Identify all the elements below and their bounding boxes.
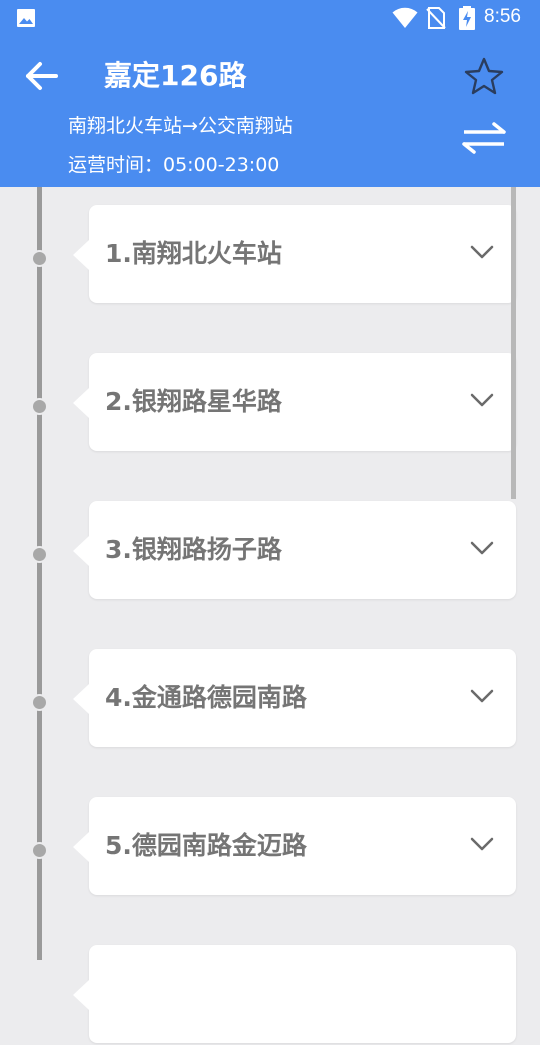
stop-item: 3.银翔路扬子路 [0, 501, 540, 601]
stop-name: 2.银翔路星华路 [105, 387, 282, 416]
stop-name: 4.金通路德园南路 [105, 683, 307, 712]
chevron-down-icon[interactable] [469, 391, 495, 409]
stop-item: 2.银翔路星华路 [0, 353, 540, 453]
no-sim-icon [426, 7, 446, 29]
stop-dot [31, 842, 48, 859]
wifi-icon [392, 7, 418, 29]
chevron-down-icon[interactable] [469, 243, 495, 261]
stop-dot [31, 694, 48, 711]
stop-name: 5.德园南路金迈路 [105, 831, 307, 860]
page-title: 嘉定126路 [104, 59, 247, 92]
stop-name: 3.银翔路扬子路 [105, 535, 282, 564]
stop-item: 1.南翔北火车站 [0, 205, 540, 305]
stop-dot [31, 546, 48, 563]
stop-item-partial [0, 945, 540, 1045]
stop-card[interactable]: 1.南翔北火车站 [73, 205, 516, 303]
scrollbar[interactable] [511, 187, 516, 499]
status-time: 8:56 [484, 6, 521, 27]
arrow-left-icon [26, 62, 58, 90]
battery-charging-icon [459, 6, 475, 30]
route-header: 嘉定126路 南翔北火车站→公交南翔站 运营时间：05:00-23:00 [0, 36, 540, 187]
route-endpoints: 南翔北火车站→公交南翔站 [68, 115, 293, 137]
swap-direction-button[interactable] [460, 122, 508, 154]
stop-item: 4.金通路德园南路 [0, 649, 540, 749]
stop-name: 1.南翔北火车站 [105, 239, 282, 268]
chevron-down-icon[interactable] [469, 835, 495, 853]
stop-dot [31, 250, 48, 267]
favorite-button[interactable] [464, 56, 504, 96]
stop-card[interactable]: 2.银翔路星华路 [73, 353, 516, 451]
swap-direction-icon [462, 122, 506, 154]
image-icon [17, 9, 35, 27]
back-button[interactable] [22, 58, 62, 94]
chevron-down-icon[interactable] [469, 687, 495, 705]
stop-dot [31, 398, 48, 415]
stop-card[interactable]: 3.银翔路扬子路 [73, 501, 516, 599]
stop-card[interactable]: 4.金通路德园南路 [73, 649, 516, 747]
star-outline-icon [464, 57, 504, 95]
stop-card[interactable]: 5.德园南路金迈路 [73, 797, 516, 895]
operating-hours: 运营时间：05:00-23:00 [68, 154, 280, 176]
status-bar: 8:56 [0, 0, 540, 36]
chevron-down-icon[interactable] [469, 539, 495, 557]
stop-item: 5.德园南路金迈路 [0, 797, 540, 897]
